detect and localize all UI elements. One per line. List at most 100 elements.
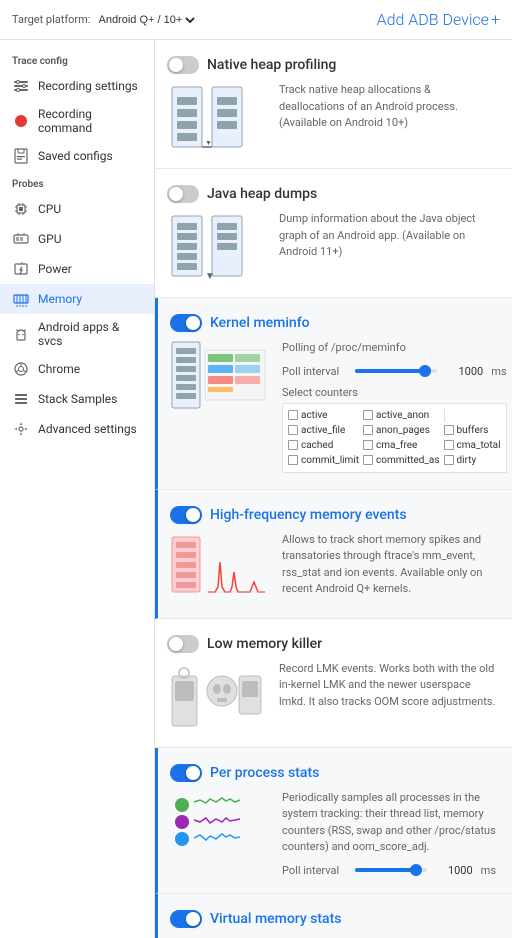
- counter-committed-as[interactable]: committed_as: [363, 454, 440, 467]
- low-memory-header: Low memory killer: [167, 635, 496, 653]
- counter-active[interactable]: active: [288, 409, 359, 422]
- counter-cached[interactable]: cached: [288, 439, 359, 452]
- per-process-controls: Periodically samples all processes in th…: [282, 790, 496, 877]
- stack-samples-label: Stack Samples: [38, 392, 117, 406]
- sidebar-item-power[interactable]: Power: [0, 254, 154, 284]
- counters-label: Select counters: [282, 386, 507, 399]
- kernel-meminfo-image: [170, 340, 270, 410]
- java-heap-title: Java heap dumps: [207, 186, 317, 202]
- sidebar: Trace config Recording settings Recordin…: [0, 40, 155, 938]
- high-freq-toggle[interactable]: [170, 506, 202, 524]
- native-heap-title: Native heap profiling: [207, 57, 336, 73]
- cpu-icon: [12, 200, 30, 218]
- chrome-icon: [12, 360, 30, 378]
- sidebar-item-cpu[interactable]: CPU: [0, 194, 154, 224]
- low-memory-image: [167, 661, 267, 731]
- virtual-memory-header: Virtual memory stats: [170, 910, 496, 928]
- scrollbar-area: [444, 409, 445, 422]
- per-process-description: Periodically samples all processes in th…: [282, 790, 496, 856]
- per-process-header: Per process stats: [170, 764, 496, 782]
- power-label: Power: [38, 262, 72, 276]
- high-freq-header: High-frequency memory events: [170, 506, 496, 524]
- platform-label: Target platform:: [12, 13, 90, 26]
- sidebar-item-stack-samples[interactable]: Stack Samples: [0, 384, 154, 414]
- high-freq-description: Allows to track short memory spikes and …: [282, 532, 496, 602]
- counter-cma-free[interactable]: cma_free: [363, 439, 440, 452]
- main-layout: Trace config Recording settings Recordin…: [0, 40, 512, 938]
- poll-interval-value: 1000: [453, 365, 483, 378]
- chrome-label: Chrome: [38, 362, 80, 376]
- kernel-meminfo-controls: Polling of /proc/meminfo Poll interval 1…: [282, 340, 507, 473]
- sidebar-item-saved-configs[interactable]: Saved configs: [0, 141, 154, 171]
- per-process-title: Per process stats: [210, 765, 319, 781]
- per-process-toggle[interactable]: [170, 764, 202, 782]
- sidebar-item-recording-command[interactable]: Recording command: [0, 101, 154, 141]
- memory-icon: [12, 290, 30, 308]
- sidebar-item-advanced[interactable]: Advanced settings: [0, 414, 154, 444]
- counter-cma-total[interactable]: cma_total: [444, 439, 501, 452]
- sidebar-item-recording-settings[interactable]: Recording settings: [0, 71, 154, 101]
- counter-active-anon[interactable]: active_anon: [363, 409, 440, 422]
- native-heap-body: ▼ Track native heap allocations & deallo…: [167, 82, 496, 152]
- virtual-memory-card: Virtual memory stats: [155, 894, 512, 938]
- kernel-meminfo-poll-row: Poll interval 1000 ms: [282, 365, 507, 378]
- low-memory-description: Record LMK events. Works both with the o…: [279, 661, 496, 731]
- low-memory-title: Low memory killer: [207, 636, 322, 652]
- java-heap-header: Java heap dumps: [167, 185, 496, 203]
- sidebar-item-android-apps[interactable]: Android apps & svcs: [0, 314, 154, 354]
- per-process-card: Per process stats Perio: [155, 748, 512, 894]
- gpu-icon: [12, 230, 30, 248]
- sidebar-item-chrome[interactable]: Chrome: [0, 354, 154, 384]
- poll-interval-label: Poll interval: [282, 365, 339, 378]
- per-process-poll-slider[interactable]: [355, 868, 427, 872]
- high-freq-image: [170, 532, 270, 602]
- counters-table: active active_anon active_file anon_page…: [282, 403, 507, 473]
- trace-config-section: Trace config: [0, 48, 154, 71]
- sidebar-item-memory[interactable]: Memory: [0, 284, 154, 314]
- android-apps-label: Android apps & svcs: [38, 320, 142, 348]
- counter-active-file[interactable]: active_file: [288, 424, 359, 437]
- per-process-body: Periodically samples all processes in th…: [170, 790, 496, 877]
- java-heap-card: Java heap dumps ▼: [155, 169, 512, 298]
- counter-buffers[interactable]: buffers: [444, 424, 501, 437]
- sidebar-item-gpu[interactable]: GPU: [0, 224, 154, 254]
- kernel-meminfo-description: Polling of /proc/meminfo: [282, 340, 507, 357]
- advanced-settings-label: Advanced settings: [38, 422, 137, 436]
- virtual-memory-toggle[interactable]: [170, 910, 202, 928]
- kernel-meminfo-counters: Select counters active active_anon activ…: [282, 386, 507, 473]
- high-freq-memory-card: High-frequency memory events: [155, 490, 512, 619]
- recording-command-icon: [12, 112, 30, 130]
- counter-commit-limit[interactable]: commit_limit: [288, 454, 359, 467]
- low-memory-body: Record LMK events. Works both with the o…: [167, 661, 496, 731]
- per-process-poll-row: Poll interval 1000 ms: [282, 864, 496, 877]
- low-memory-card: Low memory killer: [155, 619, 512, 748]
- svg-text:▼: ▼: [205, 271, 215, 281]
- recording-settings-label: Recording settings: [38, 79, 138, 93]
- saved-configs-label: Saved configs: [38, 149, 113, 163]
- header: Target platform: Android Q+ / 10+ Add AD…: [0, 0, 512, 40]
- saved-configs-icon: [12, 147, 30, 165]
- advanced-settings-icon: [12, 420, 30, 438]
- recording-settings-icon: [12, 77, 30, 95]
- kernel-meminfo-header: Kernel meminfo: [170, 314, 496, 332]
- java-heap-toggle[interactable]: [167, 185, 199, 203]
- svg-text:▼: ▼: [205, 139, 212, 147]
- java-heap-description: Dump information about the Java object g…: [279, 211, 496, 281]
- add-adb-device-button[interactable]: Add ADB Device +: [375, 10, 500, 29]
- native-heap-image: ▼: [167, 82, 267, 152]
- poll-interval-unit: ms: [491, 365, 506, 378]
- per-process-poll-unit: ms: [481, 864, 496, 877]
- gpu-label: GPU: [38, 232, 62, 246]
- native-heap-description: Track native heap allocations & dealloca…: [279, 82, 496, 152]
- memory-label: Memory: [38, 292, 82, 306]
- low-memory-toggle[interactable]: [167, 635, 199, 653]
- kernel-meminfo-title: Kernel meminfo: [210, 315, 310, 331]
- platform-select[interactable]: Android Q+ / 10+: [94, 13, 198, 27]
- poll-interval-slider[interactable]: [355, 369, 437, 373]
- kernel-meminfo-toggle[interactable]: [170, 314, 202, 332]
- cpu-label: CPU: [38, 202, 61, 216]
- counter-dirty[interactable]: dirty: [444, 454, 501, 467]
- main-content: Native heap profiling ▼: [155, 40, 512, 938]
- counter-anon-pages[interactable]: anon_pages: [363, 424, 440, 437]
- native-heap-toggle[interactable]: [167, 56, 199, 74]
